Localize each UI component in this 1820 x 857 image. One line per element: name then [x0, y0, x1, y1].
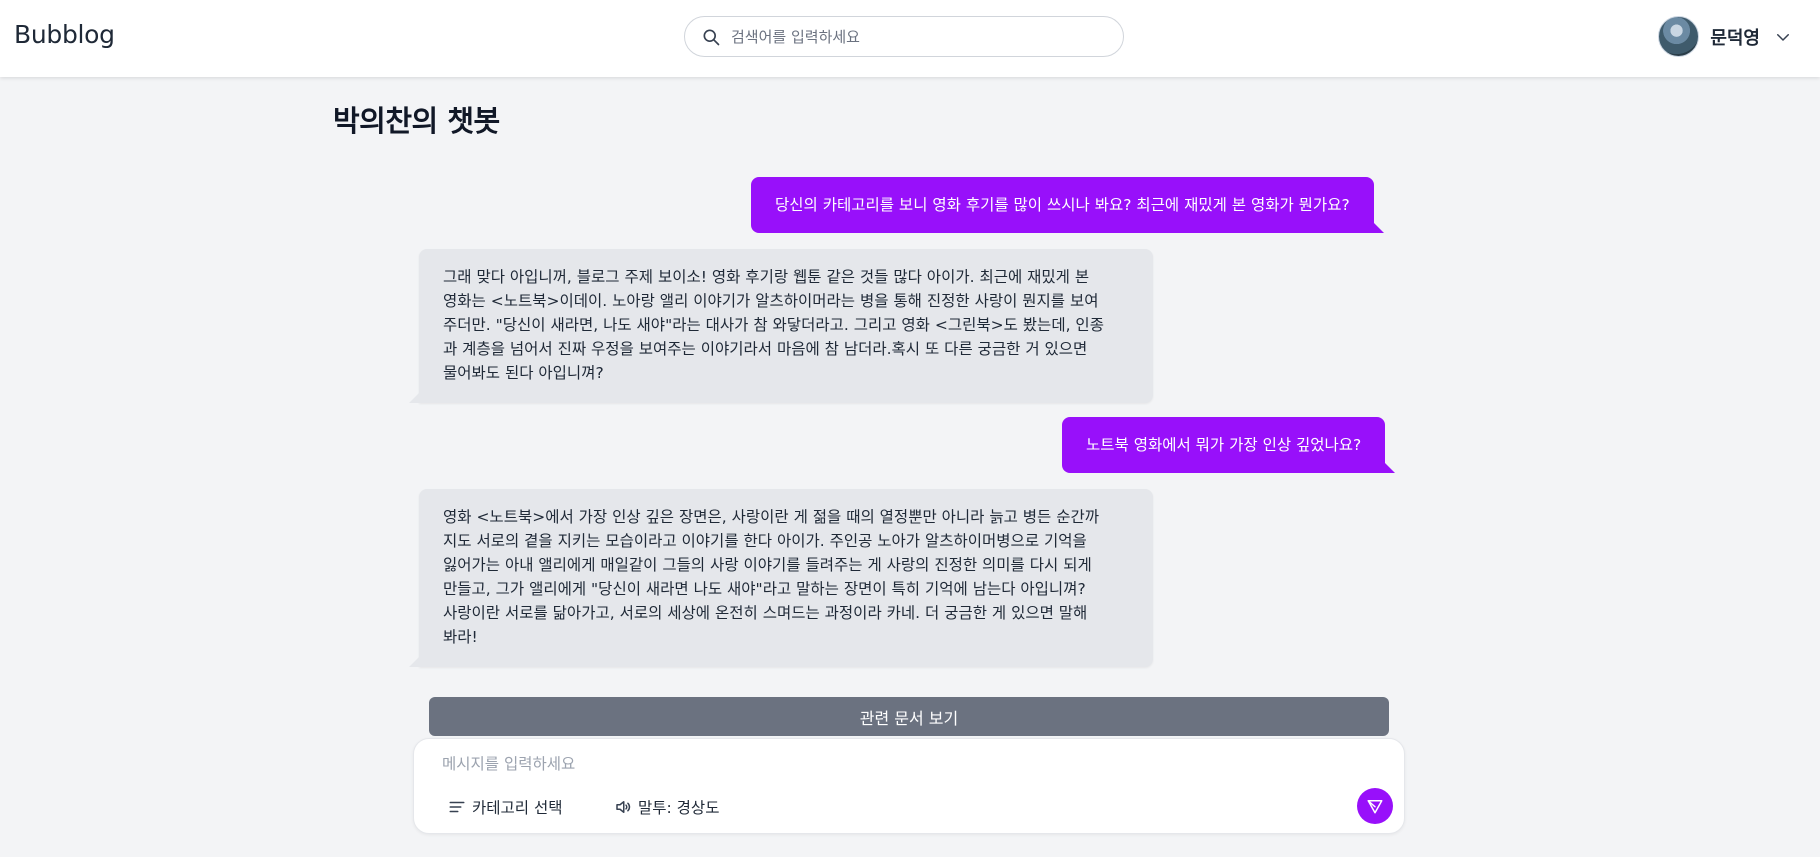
message-line: 봐라!	[443, 628, 478, 646]
message-line: 만들고, 그가 앨리에게 "당신이 새라면 나도 새야"라고 말하는 장면이 특…	[443, 580, 1086, 598]
bot-message: 영화 <노트북>에서 가장 인상 깊은 장면은, 사랑이란 게 젊을 때의 열정…	[409, 489, 1153, 667]
related-docs-button[interactable]: 관련 문서 보기	[429, 697, 1389, 736]
page-title: 박의찬의 챗봇	[333, 104, 500, 138]
message-text: 당신의 카테고리를 보니 영화 후기를 많이 쓰시나 봐요? 최근에 재밌게 본…	[775, 196, 1350, 214]
message-line: 영화는 <노트북>이데이. 노아랑 앨리 이야기가 알츠하이머라는 병을 통해 …	[443, 292, 1099, 310]
chevron-down-icon[interactable]	[1774, 28, 1792, 46]
category-select-button[interactable]: 카테고리 선택	[448, 795, 563, 819]
message-composer: 카테고리 선택 말투: 경상도	[413, 738, 1405, 834]
message-input[interactable]	[442, 755, 1342, 773]
logo[interactable]: Bubblog	[14, 20, 115, 49]
tone-select-button[interactable]: 말투: 경상도	[614, 795, 719, 819]
message-line: 주더만. "당신이 새라면, 나도 새야"라는 대사가 참 와닿더라고. 그리고…	[443, 316, 1104, 334]
user-name[interactable]: 문덕영	[1710, 24, 1760, 50]
search-input[interactable]	[731, 27, 1101, 46]
search-bar[interactable]	[684, 16, 1124, 57]
bot-message: 그래 맞다 아입니꺼, 블로그 주제 보이소! 영화 후기랑 웹툰 같은 것들 …	[409, 249, 1153, 403]
send-button[interactable]	[1357, 788, 1393, 824]
tone-select-label: 말투: 경상도	[638, 799, 720, 817]
top-bar: Bubblog 문덕영	[0, 0, 1820, 77]
message-line: 잃어가는 아내 앨리에게 매일같이 그들의 사랑 이야기를 들려주는 게 사랑의…	[443, 556, 1092, 574]
message-line: 그래 맞다 아입니꺼, 블로그 주제 보이소! 영화 후기랑 웹툰 같은 것들 …	[443, 268, 1090, 286]
user-menu[interactable]: 문덕영	[1658, 16, 1792, 57]
category-select-label: 카테고리 선택	[472, 799, 563, 817]
user-message: 노트북 영화에서 뭐가 가장 인상 깊었나요?	[1062, 417, 1396, 473]
message-line: 과 계층을 넘어서 진짜 우정을 보여주는 이야기라서 마음에 참 남더라.혹시…	[443, 340, 1088, 358]
send-icon	[1367, 800, 1383, 814]
speaker-icon	[616, 801, 631, 813]
message-line: 사랑이란 서로를 닮아가고, 서로의 세상에 온전히 스며드는 과정이라 카네.…	[443, 604, 1088, 622]
avatar[interactable]	[1658, 16, 1700, 57]
search-icon	[703, 29, 720, 45]
message-line: 물어봐도 된다 아입니껴?	[443, 364, 604, 382]
message-line: 지도 서로의 곁을 지키는 모습이라고 이야기를 한다 아이가. 주인공 노아가…	[443, 532, 1087, 550]
message-text: 노트북 영화에서 뭐가 가장 인상 깊었나요?	[1086, 436, 1362, 454]
message-line: 영화 <노트북>에서 가장 인상 깊은 장면은, 사랑이란 게 젊을 때의 열정…	[443, 508, 1100, 526]
list-icon	[449, 801, 465, 813]
user-message: 당신의 카테고리를 보니 영화 후기를 많이 쓰시나 봐요? 최근에 재밌게 본…	[751, 177, 1384, 233]
